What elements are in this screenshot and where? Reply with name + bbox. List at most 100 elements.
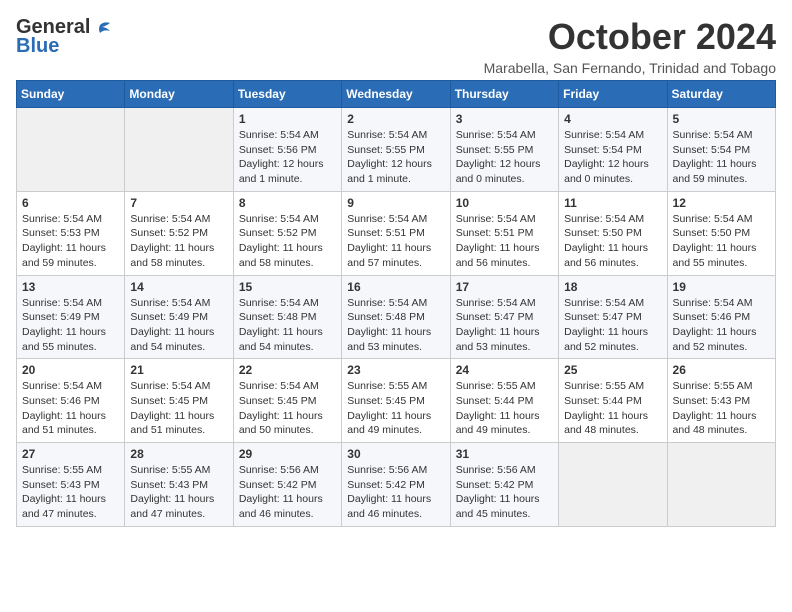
calendar-cell: 21Sunrise: 5:54 AM Sunset: 5:45 PM Dayli… — [125, 359, 233, 443]
calendar-cell: 22 Sunrise: 5:54 AM Sunset: 5:45 PM Dayli… — [233, 359, 341, 443]
day-info: Sunrise: 5:54 AM Sunset: 5:45 PM Dayligh… — [130, 379, 227, 438]
calendar-cell: 16 Sunrise: 5:54 AM Sunset: 5:48 PM Dayli… — [342, 275, 450, 359]
calendar-cell: 4 Sunrise: 5:54 AM Sunset: 5:54 PM Daylig… — [559, 108, 667, 192]
day-info: Sunrise: 5:55 AM Sunset: 5:43 PM Dayligh… — [22, 463, 119, 522]
calendar-cell: 6 Sunrise: 5:54 AM Sunset: 5:53 PM Daylig… — [17, 191, 125, 275]
day-number: 8 — [239, 196, 336, 210]
day-info: Sunrise: 5:56 AM Sunset: 5:42 PM Dayligh… — [239, 463, 336, 522]
col-header-sunday: Sunday — [17, 81, 125, 108]
day-info: Sunrise: 5:55 AM Sunset: 5:45 PM Dayligh… — [347, 379, 444, 438]
calendar-cell: 29 Sunrise: 5:56 AM Sunset: 5:42 PM Dayli… — [233, 443, 341, 527]
week-row-1: 1 Sunrise: 5:54 AM Sunset: 5:56 PM Daylig… — [17, 108, 776, 192]
day-info: Sunrise: 5:54 AM Sunset: 5:49 PM Dayligh… — [130, 296, 227, 355]
day-info: Sunrise: 5:54 AM Sunset: 5:47 PM Dayligh… — [564, 296, 661, 355]
day-number: 2 — [347, 112, 444, 126]
day-info: Sunrise: 5:54 AM Sunset: 5:56 PM Dayligh… — [239, 128, 336, 187]
col-header-wednesday: Wednesday — [342, 81, 450, 108]
day-number: 29 — [239, 447, 336, 461]
day-number: 20 — [22, 363, 119, 377]
day-number: 10 — [456, 196, 553, 210]
calendar-cell: 20Sunrise: 5:54 AM Sunset: 5:46 PM Dayli… — [17, 359, 125, 443]
calendar-cell: 17Sunrise: 5:54 AM Sunset: 5:47 PM Dayli… — [450, 275, 558, 359]
day-number: 27 — [22, 447, 119, 461]
day-info: Sunrise: 5:55 AM Sunset: 5:44 PM Dayligh… — [456, 379, 553, 438]
calendar-cell: 2 Sunrise: 5:54 AM Sunset: 5:55 PM Daylig… — [342, 108, 450, 192]
day-info: Sunrise: 5:54 AM Sunset: 5:51 PM Dayligh… — [456, 212, 553, 271]
day-info: Sunrise: 5:56 AM Sunset: 5:42 PM Dayligh… — [456, 463, 553, 522]
day-info: Sunrise: 5:54 AM Sunset: 5:54 PM Dayligh… — [564, 128, 661, 187]
day-number: 13 — [22, 280, 119, 294]
day-number: 6 — [22, 196, 119, 210]
calendar-cell: 28 Sunrise: 5:55 AM Sunset: 5:43 PM Dayli… — [125, 443, 233, 527]
day-number: 24 — [456, 363, 553, 377]
calendar-cell: 5 Sunrise: 5:54 AM Sunset: 5:54 PM Daylig… — [667, 108, 775, 192]
day-number: 14 — [130, 280, 227, 294]
col-header-monday: Monday — [125, 81, 233, 108]
day-info: Sunrise: 5:55 AM Sunset: 5:44 PM Dayligh… — [564, 379, 661, 438]
day-info: Sunrise: 5:54 AM Sunset: 5:52 PM Dayligh… — [130, 212, 227, 271]
calendar-cell: 11 Sunrise: 5:54 AM Sunset: 5:50 PM Dayli… — [559, 191, 667, 275]
day-info: Sunrise: 5:55 AM Sunset: 5:43 PM Dayligh… — [130, 463, 227, 522]
day-number: 4 — [564, 112, 661, 126]
day-info: Sunrise: 5:54 AM Sunset: 5:54 PM Dayligh… — [673, 128, 770, 187]
calendar-cell: 26Sunrise: 5:55 AM Sunset: 5:43 PM Dayli… — [667, 359, 775, 443]
calendar-cell: 27 Sunrise: 5:55 AM Sunset: 5:43 PM Dayli… — [17, 443, 125, 527]
day-info: Sunrise: 5:54 AM Sunset: 5:51 PM Dayligh… — [347, 212, 444, 271]
calendar-cell: 8 Sunrise: 5:54 AM Sunset: 5:52 PM Daylig… — [233, 191, 341, 275]
calendar-cell: 18 Sunrise: 5:54 AM Sunset: 5:47 PM Dayli… — [559, 275, 667, 359]
col-header-thursday: Thursday — [450, 81, 558, 108]
location-title: Marabella, San Fernando, Trinidad and To… — [484, 60, 776, 76]
day-info: Sunrise: 5:54 AM Sunset: 5:45 PM Dayligh… — [239, 379, 336, 438]
day-number: 30 — [347, 447, 444, 461]
week-row-2: 6 Sunrise: 5:54 AM Sunset: 5:53 PM Daylig… — [17, 191, 776, 275]
day-number: 25 — [564, 363, 661, 377]
calendar-cell: 7 Sunrise: 5:54 AM Sunset: 5:52 PM Daylig… — [125, 191, 233, 275]
day-number: 26 — [673, 363, 770, 377]
day-number: 9 — [347, 196, 444, 210]
day-info: Sunrise: 5:54 AM Sunset: 5:50 PM Dayligh… — [564, 212, 661, 271]
day-info: Sunrise: 5:54 AM Sunset: 5:46 PM Dayligh… — [673, 296, 770, 355]
calendar-cell — [17, 108, 125, 192]
calendar-cell: 23 Sunrise: 5:55 AM Sunset: 5:45 PM Dayli… — [342, 359, 450, 443]
day-number: 5 — [673, 112, 770, 126]
day-number: 31 — [456, 447, 553, 461]
day-info: Sunrise: 5:54 AM Sunset: 5:48 PM Dayligh… — [239, 296, 336, 355]
day-info: Sunrise: 5:54 AM Sunset: 5:48 PM Dayligh… — [347, 296, 444, 355]
day-info: Sunrise: 5:54 AM Sunset: 5:55 PM Dayligh… — [456, 128, 553, 187]
day-number: 22 — [239, 363, 336, 377]
calendar-cell: 31 Sunrise: 5:56 AM Sunset: 5:42 PM Dayli… — [450, 443, 558, 527]
calendar-cell — [125, 108, 233, 192]
col-header-friday: Friday — [559, 81, 667, 108]
day-info: Sunrise: 5:56 AM Sunset: 5:42 PM Dayligh… — [347, 463, 444, 522]
calendar-cell: 13Sunrise: 5:54 AM Sunset: 5:49 PM Dayli… — [17, 275, 125, 359]
week-row-5: 27 Sunrise: 5:55 AM Sunset: 5:43 PM Dayli… — [17, 443, 776, 527]
day-info: Sunrise: 5:54 AM Sunset: 5:50 PM Dayligh… — [673, 212, 770, 271]
day-number: 18 — [564, 280, 661, 294]
day-info: Sunrise: 5:54 AM Sunset: 5:55 PM Dayligh… — [347, 128, 444, 187]
logo-blue: Blue — [16, 35, 59, 58]
day-number: 19 — [673, 280, 770, 294]
logo: General Blue — [16, 16, 114, 58]
day-number: 7 — [130, 196, 227, 210]
logo-bird-icon — [92, 19, 114, 37]
day-number: 1 — [239, 112, 336, 126]
day-info: Sunrise: 5:54 AM Sunset: 5:47 PM Dayligh… — [456, 296, 553, 355]
calendar-cell: 3 Sunrise: 5:54 AM Sunset: 5:55 PM Daylig… — [450, 108, 558, 192]
day-number: 28 — [130, 447, 227, 461]
calendar-cell: 25 Sunrise: 5:55 AM Sunset: 5:44 PM Dayli… — [559, 359, 667, 443]
calendar-cell — [667, 443, 775, 527]
calendar-cell: 1 Sunrise: 5:54 AM Sunset: 5:56 PM Daylig… — [233, 108, 341, 192]
day-number: 16 — [347, 280, 444, 294]
calendar-cell: 10 Sunrise: 5:54 AM Sunset: 5:51 PM Dayli… — [450, 191, 558, 275]
day-number: 3 — [456, 112, 553, 126]
calendar-cell — [559, 443, 667, 527]
day-info: Sunrise: 5:54 AM Sunset: 5:53 PM Dayligh… — [22, 212, 119, 271]
title-block: October 2024 Marabella, San Fernando, Tr… — [484, 16, 776, 76]
day-info: Sunrise: 5:54 AM Sunset: 5:52 PM Dayligh… — [239, 212, 336, 271]
calendar-cell: 15Sunrise: 5:54 AM Sunset: 5:48 PM Dayli… — [233, 275, 341, 359]
calendar-cell: 19 Sunrise: 5:54 AM Sunset: 5:46 PM Dayli… — [667, 275, 775, 359]
col-header-saturday: Saturday — [667, 81, 775, 108]
calendar-cell: 9 Sunrise: 5:54 AM Sunset: 5:51 PM Daylig… — [342, 191, 450, 275]
day-number: 11 — [564, 196, 661, 210]
day-number: 23 — [347, 363, 444, 377]
